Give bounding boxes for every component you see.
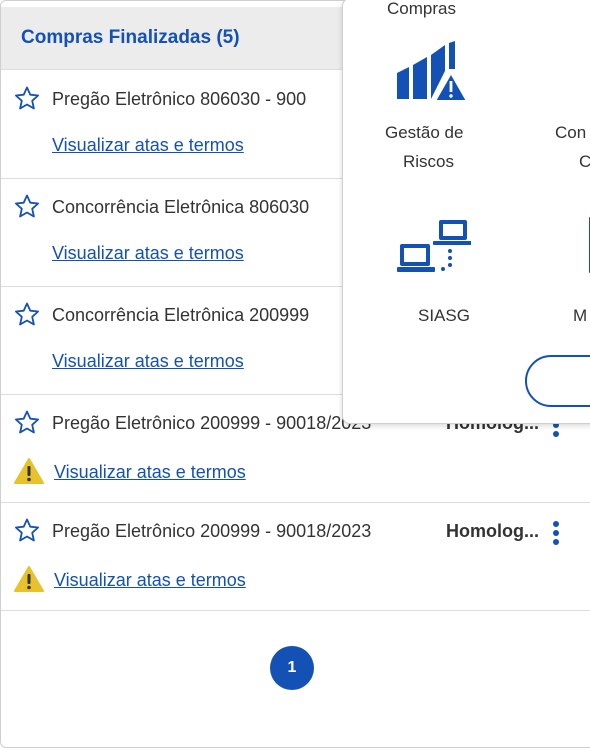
warning-icon	[14, 566, 44, 592]
menu-item-label: SIASG	[418, 306, 470, 325]
list-title: Compras Finalizadas (5)	[21, 27, 240, 48]
status-text: Homolog...	[446, 521, 539, 541]
item-title: Pregão Eletrônico 806030 - 900	[52, 89, 307, 109]
star-icon[interactable]	[14, 194, 40, 218]
star-icon[interactable]	[14, 86, 40, 110]
apps-menu-panel: Compras Gestão de Riscos Con C	[342, 0, 590, 424]
menu-item-label: C	[579, 152, 590, 172]
item-title: Concorrência Eletrônica 200999	[52, 305, 310, 325]
list-item: Pregão Eletrônico 200999 - 90018/2023 Ho…	[1, 502, 590, 611]
item-title: Concorrência Eletrônica 806030	[52, 197, 310, 217]
menu-item-label: M	[573, 306, 588, 325]
item-title: Pregão Eletrônico 200999 - 90018/2023	[52, 521, 372, 541]
star-icon[interactable]	[14, 302, 40, 326]
item-title: Pregão Eletrônico 200999 - 90018/2023	[52, 413, 372, 433]
menu-top-label: Compras	[387, 0, 456, 18]
menu-item-label: Con	[555, 123, 587, 142]
view-minutes-link[interactable]: Visualizar atas e termos	[54, 462, 246, 483]
view-minutes-link[interactable]: Visualizar atas e termos	[52, 351, 244, 372]
view-minutes-link[interactable]: Visualizar atas e termos	[54, 570, 246, 591]
more-options-icon[interactable]	[551, 520, 561, 546]
star-icon[interactable]	[14, 518, 40, 542]
risk-chart-warning-icon	[397, 41, 468, 102]
warning-icon	[14, 458, 44, 484]
page-1-button[interactable]: 1	[270, 646, 314, 690]
network-computers-icon	[397, 220, 471, 272]
view-minutes-link[interactable]: Visualizar atas e termos	[52, 135, 244, 156]
view-minutes-link[interactable]: Visualizar atas e termos	[52, 243, 244, 264]
menu-item-label: Gestão de	[385, 123, 464, 142]
menu-action-button[interactable]	[525, 355, 590, 407]
star-icon[interactable]	[14, 410, 40, 434]
menu-item-label: Riscos	[403, 152, 455, 171]
